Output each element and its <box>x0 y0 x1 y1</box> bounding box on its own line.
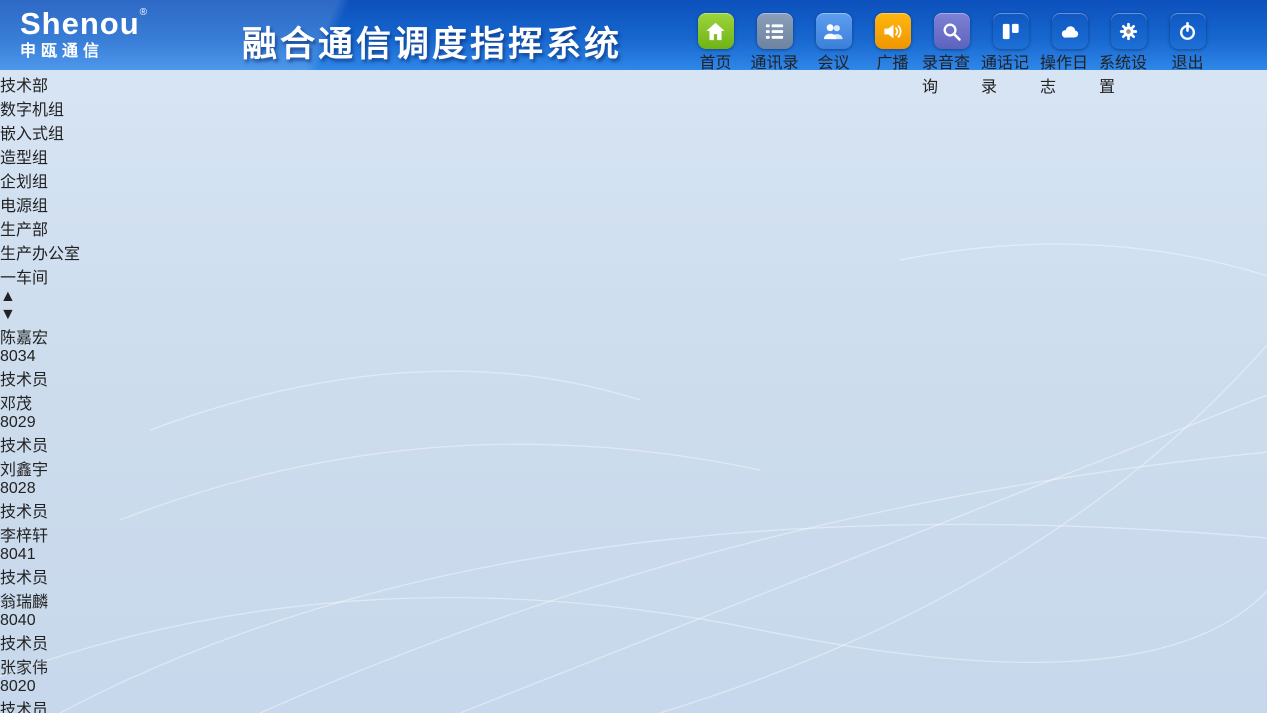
nav-label: 通话记录 <box>981 49 1040 97</box>
contact-extension: 8041 <box>0 546 1267 564</box>
sidebar-item-shengchanbangongshi[interactable]: 生产办公室 <box>0 240 1267 264</box>
home-icon <box>698 13 734 49</box>
contact-extension: 8028 <box>0 480 1267 498</box>
nav-label: 会议 <box>817 49 849 73</box>
cloud-icon <box>1052 13 1088 49</box>
nav-recording-search[interactable]: 录音查询 <box>922 13 981 97</box>
sidebar-item-qihuazu[interactable]: 企划组 <box>0 168 1267 192</box>
contact-card[interactable]: 陈嘉宏8034技术员 <box>0 324 1267 390</box>
contact-name: 李梓轩 <box>0 522 1267 546</box>
contact-name: 陈嘉宏 <box>0 324 1267 348</box>
contact-extension: 8020 <box>0 678 1267 696</box>
contact-role: 技术员 <box>0 564 1267 588</box>
contact-extension: 8029 <box>0 414 1267 432</box>
contact-role: 技术员 <box>0 696 1267 713</box>
broadcast-icon <box>875 13 911 49</box>
scroll-up-icon[interactable]: ▲ <box>0 288 1267 306</box>
sidebar-item-yichejian[interactable]: 一车间 <box>0 264 1267 288</box>
nav-label: 退出 <box>1171 49 1203 73</box>
meeting-icon <box>816 13 852 49</box>
app-window: Shenou® 申瓯通信 融合通信调度指挥系统 首页 通讯录 会议 <box>0 0 1267 713</box>
call-log-icon <box>993 13 1029 49</box>
nav-broadcast[interactable]: 广播 <box>863 13 922 97</box>
contact-card[interactable]: 邓茂8029技术员 <box>0 390 1267 456</box>
contact-role: 技术员 <box>0 498 1267 522</box>
logo-brand: Shenou <box>20 6 140 41</box>
nav-operation-log[interactable]: 操作日志 <box>1040 13 1099 97</box>
search-icon <box>934 13 970 49</box>
power-icon <box>1170 13 1206 49</box>
sidebar-item-zaoxingzu[interactable]: 造型组 <box>0 144 1267 168</box>
contact-name: 刘鑫宇 <box>0 456 1267 480</box>
sidebar-item-shengchanbu[interactable]: 生产部 <box>0 216 1267 240</box>
sidebar-item-shuzijizu[interactable]: 数字机组 <box>0 96 1267 120</box>
contact-card[interactable]: 张家伟8020技术员 <box>0 654 1267 713</box>
contact-grid: 陈嘉宏8034技术员 邓茂8029技术员 刘鑫宇8028技术员 李梓轩8041技… <box>0 324 1267 713</box>
nav-label: 广播 <box>876 49 908 73</box>
logo-subtitle: 申瓯通信 <box>20 44 147 60</box>
contact-role: 技术员 <box>0 366 1267 390</box>
nav-label: 录音查询 <box>922 49 981 97</box>
contact-card[interactable]: 刘鑫宇8028技术员 <box>0 456 1267 522</box>
nav-call-log[interactable]: 通话记录 <box>981 13 1040 97</box>
sidebar-item-qianrushizu[interactable]: 嵌入式组 <box>0 120 1267 144</box>
main-nav: 首页 通讯录 会议 广播 <box>686 13 1217 97</box>
nav-contacts[interactable]: 通讯录 <box>745 13 804 97</box>
sidebar-scrollbar[interactable]: ▲ ▼ <box>0 288 1267 324</box>
contact-name: 张家伟 <box>0 654 1267 678</box>
contact-extension: 8040 <box>0 612 1267 630</box>
nav-exit[interactable]: 退出 <box>1158 13 1217 97</box>
contact-name: 邓茂 <box>0 390 1267 414</box>
contact-card[interactable]: 翁瑞麟8040技术员 <box>0 588 1267 654</box>
nav-label: 通讯录 <box>750 49 798 73</box>
nav-label: 首页 <box>699 49 731 73</box>
nav-label: 操作日志 <box>1040 49 1099 97</box>
contact-name: 翁瑞麟 <box>0 588 1267 612</box>
registered-mark: ® <box>140 7 147 18</box>
contact-extension: 8034 <box>0 348 1267 366</box>
nav-label: 系统设置 <box>1099 49 1158 97</box>
gear-icon <box>1111 13 1147 49</box>
page-title: 融合通信调度指挥系统 <box>242 16 622 67</box>
scroll-down-icon[interactable]: ▼ <box>0 306 1267 324</box>
contact-card[interactable]: 李梓轩8041技术员 <box>0 522 1267 588</box>
contact-role: 技术员 <box>0 630 1267 654</box>
group-list: 技术部 数字机组 嵌入式组 造型组 企划组 电源组 生产部 生产办公室 一车间 … <box>0 72 1267 324</box>
sidebar-item-dianyuanzu[interactable]: 电源组 <box>0 192 1267 216</box>
header-bar: Shenou® 申瓯通信 融合通信调度指挥系统 首页 通讯录 会议 <box>0 0 1267 70</box>
nav-settings[interactable]: 系统设置 <box>1099 13 1158 97</box>
contact-role: 技术员 <box>0 432 1267 456</box>
nav-meeting[interactable]: 会议 <box>804 13 863 97</box>
contacts-icon <box>757 13 793 49</box>
shenou-logo: Shenou® 申瓯通信 <box>20 8 147 60</box>
nav-home[interactable]: 首页 <box>686 13 745 97</box>
